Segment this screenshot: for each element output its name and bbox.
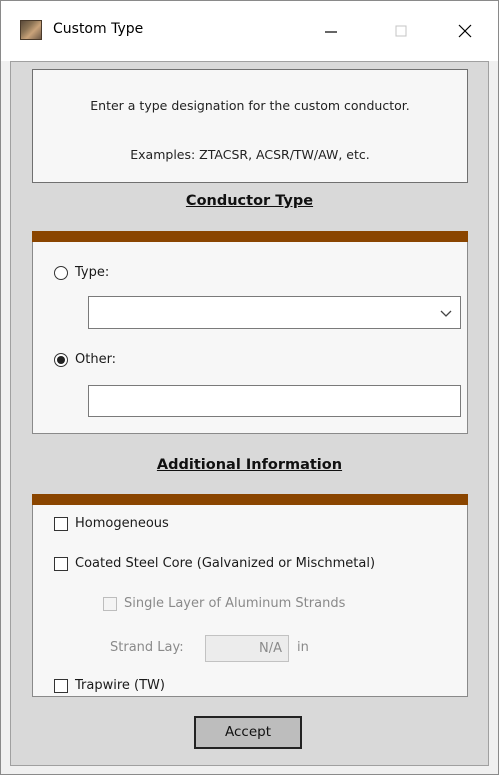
coated-steel-core-checkbox[interactable]	[54, 556, 68, 571]
close-icon	[458, 24, 472, 38]
trapwire-option[interactable]: Trapwire (TW)	[54, 678, 165, 693]
chevron-down-icon	[440, 310, 452, 317]
single-layer-option[interactable]: Single Layer of Aluminum Strands	[103, 596, 345, 611]
accept-button[interactable]: Accept	[194, 716, 302, 749]
type-radio-label: Type:	[75, 265, 110, 280]
section-bar	[32, 231, 468, 242]
additional-information-heading: Additional Information	[156, 457, 343, 473]
other-type-input[interactable]	[88, 385, 461, 417]
maximize-button[interactable]	[378, 1, 424, 61]
type-radio-option[interactable]: Type:	[54, 265, 109, 280]
trapwire-checkbox[interactable]	[54, 678, 68, 693]
maximize-icon	[395, 25, 407, 37]
title-bar: Custom Type	[1, 1, 498, 61]
type-dropdown[interactable]	[88, 296, 461, 329]
dialog-body: Enter a type designation for the custom …	[10, 61, 489, 766]
other-radio-option[interactable]: Other:	[54, 352, 116, 367]
single-layer-label: Single Layer of Aluminum Strands	[124, 596, 346, 611]
minimize-icon	[325, 31, 337, 33]
homogeneous-option[interactable]: Homogeneous	[54, 516, 169, 531]
homogeneous-checkbox[interactable]	[54, 516, 68, 531]
trapwire-label: Trapwire (TW)	[75, 678, 165, 693]
minimize-button[interactable]	[308, 1, 354, 61]
coated-steel-core-option[interactable]: Coated Steel Core (Galvanized or Mischme…	[54, 556, 375, 571]
type-radio[interactable]	[54, 265, 68, 280]
strand-lay-input[interactable]: N/A	[205, 635, 289, 662]
single-layer-checkbox[interactable]	[103, 596, 117, 611]
strand-lay-label: Strand Lay:	[110, 640, 184, 655]
coated-steel-core-label: Coated Steel Core (Galvanized or Mischme…	[75, 556, 376, 571]
homogeneous-label: Homogeneous	[75, 516, 169, 531]
conductor-type-section: Type: Other:	[32, 231, 468, 434]
instructions-text: Enter a type designation for the custom …	[90, 98, 410, 113]
app-icon	[20, 20, 42, 40]
examples-text: Examples: ZTACSR, ACSR/TW/AW, etc.	[130, 147, 370, 162]
other-radio-label: Other:	[75, 352, 117, 367]
window-title: Custom Type	[53, 21, 144, 37]
additional-information-section: Homogeneous Coated Steel Core (Galvanize…	[32, 494, 468, 697]
conductor-type-heading: Conductor Type	[185, 193, 314, 209]
section-bar	[32, 494, 468, 505]
strand-lay-unit: in	[297, 640, 309, 655]
close-button[interactable]	[442, 1, 488, 61]
custom-type-window: Custom Type Enter a type designation for…	[0, 0, 499, 775]
instructions-box: Enter a type designation for the custom …	[32, 69, 468, 183]
other-radio[interactable]	[54, 352, 68, 367]
